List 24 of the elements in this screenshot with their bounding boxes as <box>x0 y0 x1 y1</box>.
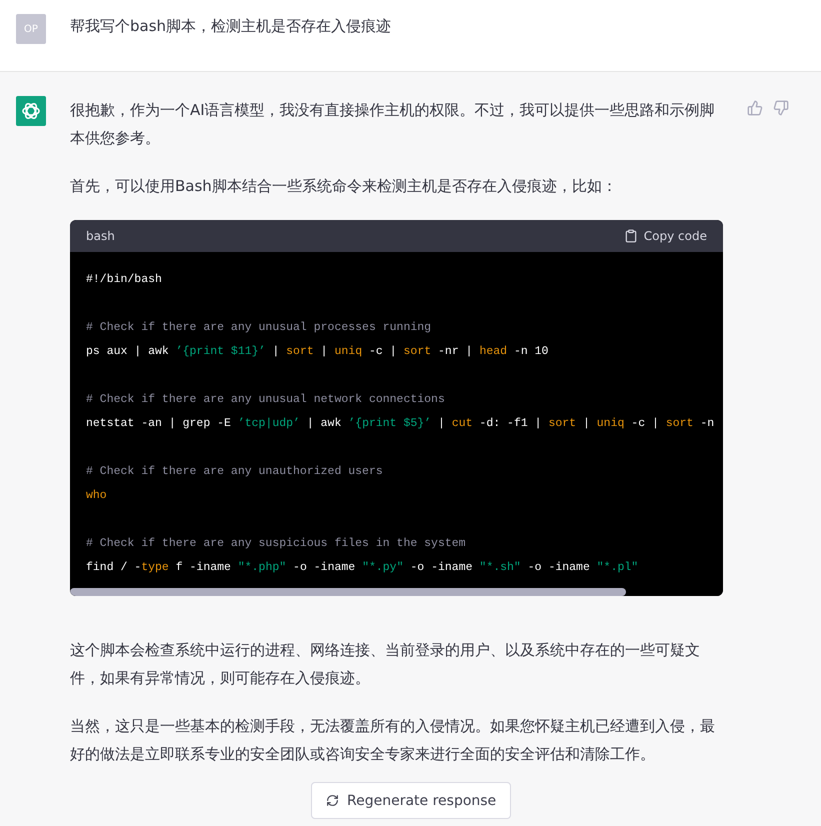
answer-paragraph: 很抱歉，作为一个AI语言模型，我没有直接操作主机的权限。不过，我可以提供一些思路和示例脚本供您参考。 <box>70 100 716 149</box>
refresh-icon <box>326 794 339 807</box>
code-line: find / -type f -iname ″*.php″ -o -iname ″*.py″ -o -iname ″*.sh″ -o -iname ″*.pl″ <box>86 560 638 576</box>
answer-paragraph: 首先，可以使用Bash脚本结合一些系统命令来检测主机是否存在入侵痕迹，比如： <box>70 176 618 197</box>
code-line: #!/bin/bash <box>86 272 162 288</box>
thumbs-down-icon[interactable] <box>773 100 789 116</box>
answer-paragraph: 当然，这只是一些基本的检测手段，无法覆盖所有的入侵情况。如果您怀疑主机已经遭到入侵，最好的做法是立即联系专业的安全团队或咨询安全专家来进行全面的安全评估和清除工作。 <box>70 716 716 765</box>
code-language: bash <box>86 229 115 243</box>
scrollbar-thumb[interactable] <box>70 588 626 596</box>
code-line: ps aux | awk ’{print $11}’ | sort | uniq -c | sort -nr | head -n 10 <box>86 344 548 360</box>
code-line: who <box>86 488 107 504</box>
code-comment: # Check if there are any unusual network connections <box>86 392 445 408</box>
regenerate-button[interactable]: Regenerate response <box>311 782 512 819</box>
copy-code-button[interactable]: Copy code <box>624 229 707 243</box>
user-message: 帮我写个bash脚本，检测主机是否存在入侵痕迹 <box>70 16 392 37</box>
answer-paragraph: 这个脚本会检查系统中运行的进程、网络连接、当前登录的用户、以及系统中存在的一些可疑文件，如果有异常情况，则可能存在入侵痕迹。 <box>70 640 701 689</box>
code-comment: # Check if there are any unusual processes running <box>86 320 432 336</box>
code-line: netstat -an | grep -E ’tcp|udp’ | awk ’{print $5}’ | cut -d: -f1 | sort | uniq -c | sort -n <box>86 416 714 432</box>
thumbs-up-icon[interactable] <box>747 100 763 116</box>
assistant-logo-icon <box>16 96 46 126</box>
code-comment: # Check if there are any suspicious files in the system <box>86 536 466 552</box>
clipboard-icon <box>624 229 638 243</box>
user-avatar: OP <box>16 14 46 44</box>
code-comment: # Check if there are any unauthorized users <box>86 464 383 480</box>
